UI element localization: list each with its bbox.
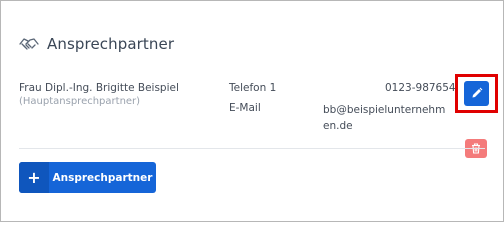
edit-contact-button[interactable] [464,81,489,106]
section-header: Ansprechpartner [19,33,174,55]
add-contact-label: Ansprechpartner [52,171,153,184]
email-label: E-Mail [229,102,261,114]
contact-role: (Hauptansprechpartner) [19,96,141,107]
plus-icon: + [19,162,49,193]
handshake-icon [19,34,39,54]
contact-name: Frau Dipl.-Ing. Brigitte Beispiel [19,82,179,94]
email-value: bb@beispielunternehmen.de [323,104,446,132]
section-title: Ansprechpartner [47,35,175,53]
phone-label: Telefon 1 [229,82,277,94]
divider [19,148,485,149]
pencil-icon [471,84,483,103]
phone-value: 0123-987654 [385,82,456,94]
add-contact-button[interactable]: + Ansprechpartner [19,162,156,193]
